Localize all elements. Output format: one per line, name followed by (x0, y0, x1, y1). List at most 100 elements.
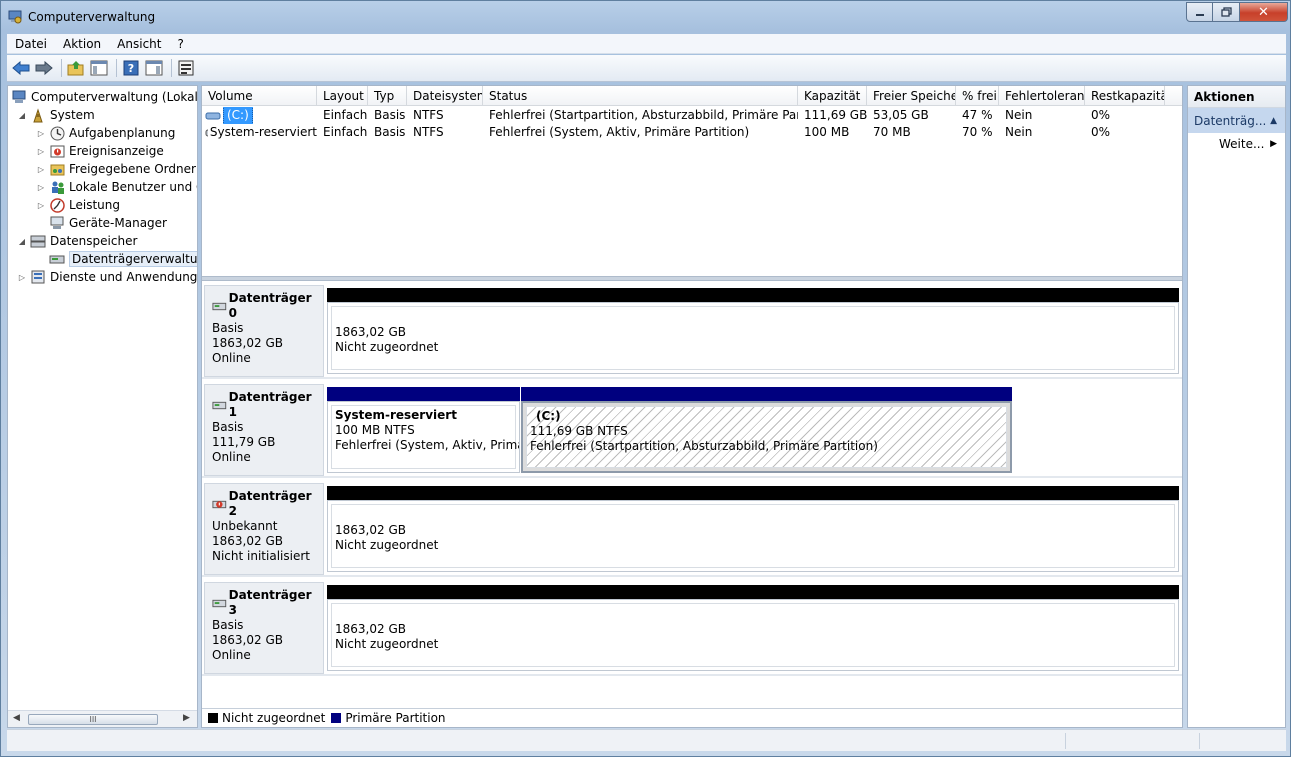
actions-section-disk-management[interactable]: Datenträg... ▲ (1188, 108, 1285, 133)
scroll-left-icon[interactable]: ◀ (13, 713, 20, 723)
back-button[interactable] (11, 58, 31, 78)
expand-arrow-icon[interactable]: ▷ (36, 147, 46, 156)
disk-row-3: Datenträger 3 Basis 1863,02 GB Online 18… (202, 579, 1182, 676)
col-filesystem[interactable]: Dateisystem (407, 86, 483, 106)
tree-label: Freigegebene Ordner (69, 162, 196, 176)
partition-bar-primary (327, 387, 520, 401)
col-overhead[interactable]: Restkapazität (1085, 86, 1165, 106)
menu-view[interactable]: Ansicht (109, 37, 169, 51)
menu-help[interactable]: ? (169, 37, 191, 51)
col-capacity[interactable]: Kapazität (798, 86, 867, 106)
col-volume[interactable]: Volume (202, 86, 317, 106)
col-free-space[interactable]: Freier Speicher (867, 86, 956, 106)
tree-item-root[interactable]: Computerverwaltung (Lokal) (11, 88, 197, 106)
col-type[interactable]: Typ (368, 86, 407, 106)
close-button[interactable]: ✕ (1240, 2, 1288, 22)
tree-item-local-users[interactable]: ▷ Lokale Benutzer und Gruppen (36, 178, 197, 196)
computer-management-icon (11, 89, 27, 105)
show-hide-tree-button[interactable] (89, 58, 109, 78)
partition-size: 1863,02 GB (335, 325, 406, 339)
layout-cell: Einfach (323, 125, 368, 139)
partition-unallocated[interactable]: 1863,02 GB Nicht zugeordnet (327, 486, 1179, 572)
status-divider (1065, 733, 1066, 749)
up-folder-button[interactable] (66, 58, 86, 78)
actions-header: Aktionen (1188, 86, 1285, 108)
disk-size: 111,79 GB (212, 435, 276, 449)
collapse-up-icon[interactable]: ▲ (1270, 116, 1277, 126)
volume-row[interactable]: System-reserviert Einfach Basis NTFS Feh… (202, 124, 1182, 141)
disk-state: Nicht initialisiert (212, 549, 310, 563)
tree-label: Geräte-Manager (69, 216, 167, 230)
disk-info[interactable]: Datenträger 1 Basis 111,79 GB Online (204, 384, 324, 476)
properties-button[interactable] (176, 58, 196, 78)
main-window: Computerverwaltung ✕ Datei Aktion Ansich… (0, 0, 1291, 757)
menu-file[interactable]: Datei (7, 37, 55, 51)
close-icon: ✕ (1258, 4, 1269, 20)
tree-item-services[interactable]: ▷ Dienste und Anwendungen (17, 268, 197, 286)
disk-type: Unbekannt (212, 519, 278, 533)
scroll-right-icon[interactable]: ▶ (183, 713, 190, 723)
minimize-button[interactable] (1186, 2, 1213, 22)
disk-info[interactable]: Datenträger 0 Basis 1863,02 GB Online (204, 285, 324, 377)
maximize-button[interactable] (1213, 2, 1240, 22)
partition-c-drive[interactable]: (C:) 111,69 GB NTFS Fehlerfrei (Startpar… (521, 387, 1012, 473)
disk-info[interactable]: Datenträger 3 Basis 1863,02 GB Online (204, 582, 324, 674)
col-fault-tolerance[interactable]: Fehlertoleranz (999, 86, 1085, 106)
window-controls: ✕ (1186, 2, 1288, 22)
disk-type: Basis (212, 618, 244, 632)
partition-unallocated[interactable]: 1863,02 GB Nicht zugeordnet (327, 585, 1179, 671)
action-label: Weite... (1219, 137, 1265, 151)
expand-arrow-icon[interactable]: ▷ (36, 129, 46, 138)
title-bar[interactable]: Computerverwaltung ✕ (1, 1, 1291, 33)
disk-state: Online (212, 450, 251, 464)
show-hide-action-pane-button[interactable] (144, 58, 164, 78)
legend-swatch-primary (331, 713, 342, 723)
computer-management-icon (8, 10, 22, 24)
partition-body: 1863,02 GB Nicht zugeordnet (327, 599, 1179, 671)
tree-item-system[interactable]: ◢ System (17, 106, 95, 124)
action-more-actions[interactable]: Weite... ▶ (1188, 133, 1285, 155)
tree-item-shared-folders[interactable]: ▷ Freigegebene Ordner (36, 160, 196, 178)
tree-item-event-viewer[interactable]: ▷ Ereignisanzeige (36, 142, 164, 160)
svg-text:?: ? (128, 62, 134, 75)
collapse-arrow-icon[interactable]: ◢ (17, 111, 27, 120)
partition-system-reserved[interactable]: System-reserviert 100 MB NTFS Fehlerfrei… (327, 387, 520, 473)
col-status[interactable]: Status (483, 86, 798, 106)
minimize-icon (1195, 14, 1204, 16)
collapse-arrow-icon[interactable]: ◢ (17, 237, 27, 246)
expand-arrow-icon[interactable]: ▷ (36, 201, 46, 210)
tree-item-device-manager[interactable]: Geräte-Manager (49, 214, 167, 232)
tree-item-storage[interactable]: ◢ Datenspeicher (17, 232, 137, 250)
forward-button[interactable] (34, 58, 54, 78)
tree-item-disk-management[interactable]: Datenträgerverwaltung (49, 250, 197, 268)
pane-splitter[interactable] (202, 276, 1182, 281)
disk-type: Basis (212, 321, 244, 335)
volume-cell: System-reserviert (202, 124, 317, 141)
submenu-arrow-icon: ▶ (1270, 139, 1277, 149)
help-button[interactable]: ? (121, 58, 141, 78)
volume-name: (C:) (223, 107, 253, 124)
expand-arrow-icon[interactable]: ▷ (17, 273, 27, 282)
type-cell: Basis (374, 125, 406, 139)
expand-arrow-icon[interactable]: ▷ (36, 183, 46, 192)
disk-info[interactable]: Datenträger 2 Unbekannt 1863,02 GB Nicht… (204, 483, 324, 575)
free-space-cell: 53,05 GB (873, 108, 929, 122)
disk-management-icon (49, 251, 65, 267)
volume-row[interactable]: (C:) Einfach Basis NTFS Fehlerfrei (Star… (202, 107, 1182, 124)
tree-label: Aufgabenplanung (69, 126, 176, 140)
tree-horizontal-scrollbar[interactable]: ◀ III ▶ (8, 710, 197, 727)
disk-size: 1863,02 GB (212, 633, 283, 647)
tree-item-performance[interactable]: ▷ Leistung (36, 196, 120, 214)
filesystem-cell: NTFS (413, 108, 444, 122)
partition-unallocated[interactable]: 1863,02 GB Nicht zugeordnet (327, 288, 1179, 374)
expand-arrow-icon[interactable]: ▷ (36, 165, 46, 174)
shared-folder-icon (49, 161, 65, 177)
disk-icon (212, 599, 227, 607)
tree-item-task-scheduler[interactable]: ▷ Aufgabenplanung (36, 124, 175, 142)
col-percent-free[interactable]: % frei (956, 86, 999, 106)
partition-body: 1863,02 GB Nicht zugeordnet (327, 302, 1179, 374)
partition-title: (C:) (536, 409, 561, 423)
col-layout[interactable]: Layout (317, 86, 368, 106)
scroll-thumb[interactable]: III (28, 714, 158, 725)
menu-action[interactable]: Aktion (55, 37, 109, 51)
